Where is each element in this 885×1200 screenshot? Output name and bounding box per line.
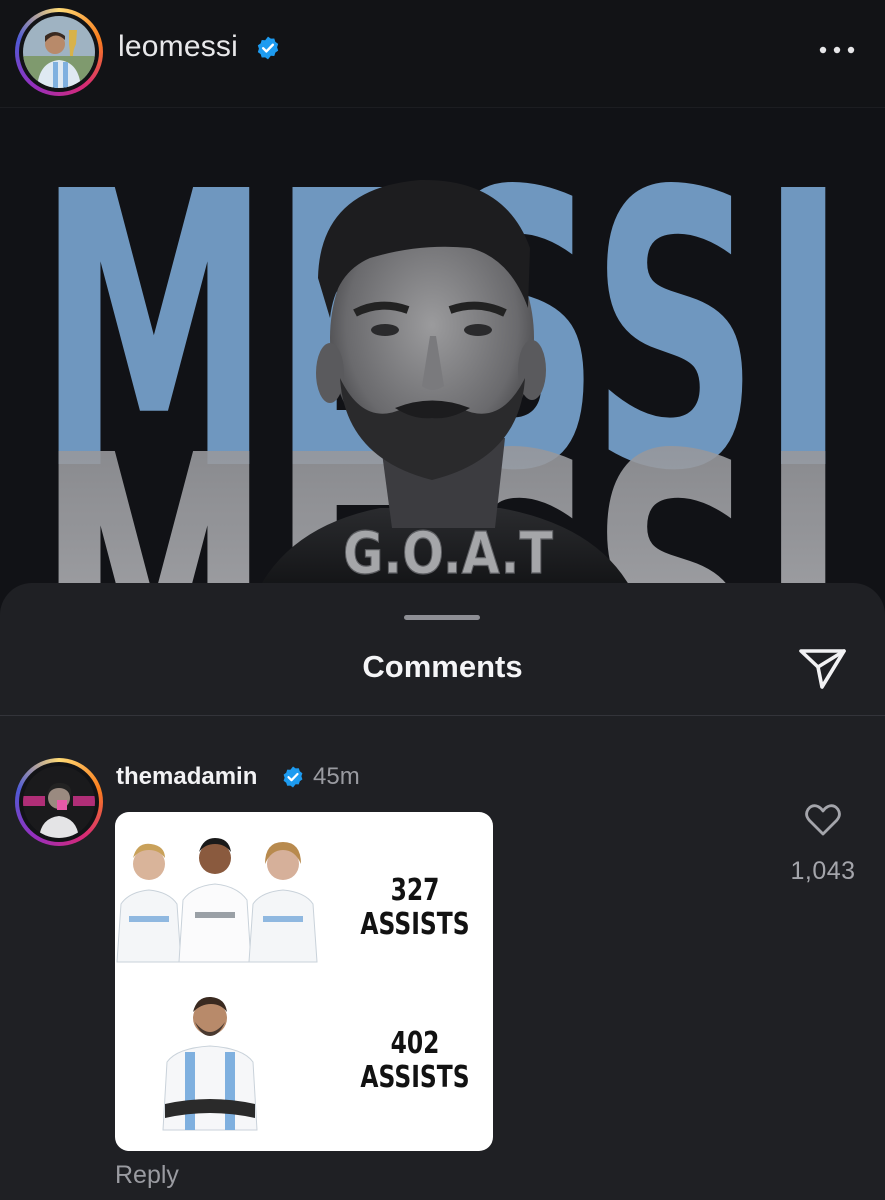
stat-top: 327 ASSISTS	[360, 874, 469, 942]
stat-bottom-value: 402	[390, 1026, 440, 1061]
comments-title: Comments	[362, 649, 523, 684]
verified-badge-icon	[283, 766, 303, 788]
post-header: leomessi	[0, 0, 885, 108]
stat-top-value: 327	[390, 873, 440, 908]
sheet-grabber[interactable]	[404, 615, 480, 620]
commenter-avatar-photo	[23, 766, 95, 838]
more-horizontal-icon[interactable]	[812, 35, 862, 65]
verified-badge-icon	[257, 36, 279, 60]
send-icon[interactable]	[796, 643, 850, 693]
comments-sheet: Comments themadamin 45m 327 ASSISTS 402 …	[0, 583, 885, 1200]
players-graphic	[116, 838, 318, 1131]
commenter-avatar[interactable]	[15, 758, 103, 846]
reply-button[interactable]: Reply	[115, 1161, 179, 1190]
commenter-username[interactable]: themadamin	[116, 763, 257, 791]
comment-image[interactable]: 327 ASSISTS 402 ASSISTS	[115, 812, 493, 1151]
stat-bottom-label: ASSISTS	[360, 1060, 470, 1095]
profile-avatar[interactable]	[15, 8, 103, 96]
comment-timestamp: 45m	[313, 763, 360, 790]
post-image[interactable]: MESSI MESSI G.O.A.T	[0, 108, 885, 608]
goat-text: G.O.A.T	[343, 519, 553, 587]
sheet-divider	[0, 715, 885, 716]
stat-bottom: 402 ASSISTS	[360, 1027, 469, 1095]
avatar-photo	[23, 16, 95, 88]
post-username[interactable]: leomessi	[118, 30, 238, 64]
stat-top-label: ASSISTS	[360, 907, 470, 942]
like-count: 1,043	[790, 857, 856, 885]
heart-outline-icon[interactable]	[803, 800, 843, 840]
messi-goat-graphic: MESSI MESSI G.O.A.T	[0, 108, 885, 608]
